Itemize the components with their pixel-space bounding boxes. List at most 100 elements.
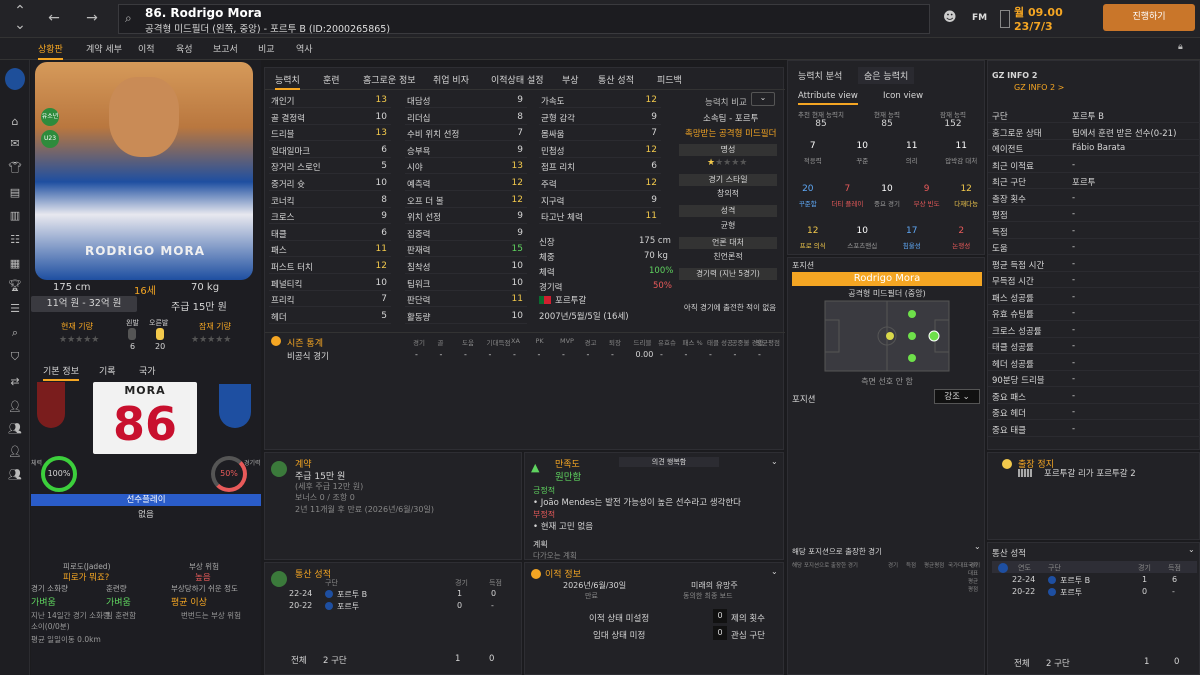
attribute-row: 대담성 9 <box>405 92 527 108</box>
fm-logo[interactable]: FM <box>972 13 987 23</box>
career-club[interactable]: 포르투 B <box>337 589 367 600</box>
date-line1: 월 09.00 <box>1014 6 1063 19</box>
tab-hidden-attributes[interactable]: 숨은 능력치 <box>858 67 915 84</box>
tactics-icon[interactable]: ▤ <box>6 186 24 200</box>
matches-header: 득점 <box>906 563 917 569</box>
season-stats-headers: 경기 골 도움 기대득점 XA PK MVP 경고 퇴장 드리블 유효슈 패스 % 태클 성공 공중볼 경… <box>265 337 785 347</box>
transfer-title[interactable]: 이적 정보 <box>545 567 581 580</box>
career-club[interactable]: 포르투 <box>337 601 359 612</box>
tab-record[interactable]: 기록 <box>99 364 116 377</box>
attribute-value: 10 <box>375 277 387 288</box>
profile-icon[interactable]: ☻ <box>943 10 957 25</box>
attribute-value: 11 <box>375 244 387 255</box>
subtab-history[interactable]: 역사 <box>296 42 313 55</box>
season-stats-row: - - - - - - - - -0.00- - - - - <box>265 350 785 360</box>
people-icon[interactable]: 👥︎ <box>6 468 24 482</box>
gz-info-value: - <box>1072 407 1076 417</box>
phys-fitness: 100% <box>649 266 674 276</box>
attribute-name: 패스 <box>271 246 287 257</box>
tab-training[interactable]: 훈련 <box>323 73 340 86</box>
attribute-value: 12 <box>645 95 657 105</box>
tab-nation[interactable]: 국가 <box>139 364 156 377</box>
home-icon[interactable]: ⌂ <box>6 115 24 129</box>
squad-icon[interactable]: 👕︎ <box>6 161 24 175</box>
subtab-development[interactable]: 육성 <box>176 42 193 55</box>
continue-button[interactable]: 진행하기 <box>1103 4 1195 31</box>
schedule-icon[interactable]: ▦ <box>6 257 24 271</box>
staff-icon[interactable]: ☷ <box>6 233 24 247</box>
compare-dropdown[interactable]: ⌄ <box>751 92 775 106</box>
collapse-icon[interactable]: ⌄ <box>771 457 778 466</box>
matches-header: 경기 <box>888 563 899 569</box>
tab-attributes[interactable]: 능력치 <box>275 73 300 90</box>
subtab-contract[interactable]: 계약 세부 <box>86 42 122 55</box>
tab-transfer-status[interactable]: 이적상태 설정 <box>491 73 544 86</box>
negative-text: • 현재 고민 없음 <box>533 522 594 532</box>
tab-injury[interactable]: 부상 <box>562 73 579 86</box>
tab-homegrown[interactable]: 홈그로운 정보 <box>363 73 416 86</box>
hidden-attr-value: 85 <box>815 119 827 129</box>
season-cell: - <box>709 350 712 359</box>
tab-work-permit[interactable]: 취업 비자 <box>433 73 469 86</box>
hidden-attr-label: 부상 빈도 <box>913 200 940 208</box>
right-career-title: 통산 성적 <box>992 549 1026 559</box>
attribute-row: 장거리 스로인 5 <box>269 158 391 175</box>
season-stats: 시즌 통계 경기 골 도움 기대득점 XA PK MVP 경고 퇴장 드리블 유효슈 패스 % 태클 성… <box>265 332 785 362</box>
right-career-year: 20-22 <box>1012 587 1036 596</box>
role-button[interactable]: 선수플레이 <box>31 494 261 506</box>
list-icon[interactable]: ☰ <box>6 302 24 316</box>
contract-detail: (세후 주급 12만 원) <box>295 482 364 491</box>
attribute-value: 5 <box>381 161 387 172</box>
lock-icon[interactable]: 🔒︎ <box>1178 42 1183 52</box>
trophy-icon[interactable]: 🏆︎ <box>6 279 24 293</box>
scout-search-icon[interactable]: ⌕ <box>6 326 24 340</box>
tab-basic-info[interactable]: 기본 정보 <box>43 364 79 381</box>
hidden-attr-label: 현재 능력 <box>874 111 900 119</box>
shield-icon[interactable]: ⛉ <box>6 350 24 364</box>
subtab-overview[interactable]: 상황판 <box>38 42 63 60</box>
club-crest-icon[interactable] <box>5 68 25 90</box>
position-label[interactable]: 포지션 <box>792 393 815 405</box>
subtab-reports[interactable]: 보고서 <box>213 42 238 55</box>
person-alt-icon[interactable]: 👤︎ <box>6 445 24 459</box>
right-career-club[interactable]: 포르투 <box>1060 587 1082 598</box>
tab-feedback[interactable]: 피드백 <box>657 73 682 86</box>
attribute-row: 헤더 5 <box>269 308 391 324</box>
attribute-row: 가속도 12 <box>539 92 661 108</box>
chevron-down-icon[interactable]: ⌄ <box>10 15 30 35</box>
hidden-attr-value: 10 <box>881 184 893 194</box>
gz-info-value: - <box>1072 192 1076 203</box>
person-group-icon[interactable]: 👥︎ <box>6 422 24 436</box>
attribute-name: 판단력 <box>407 296 431 307</box>
calendar-icon[interactable] <box>1000 10 1010 28</box>
right-career-club[interactable]: 포르투 B <box>1060 575 1090 586</box>
minutes-note: 소이(0/0분) <box>31 622 70 631</box>
view-icon[interactable]: Icon view <box>883 91 923 101</box>
gz-info-row: 패스 성공률 - <box>988 289 1200 305</box>
gz-info-row: 평균 득점 시간 - <box>988 256 1200 272</box>
forward-arrow-icon[interactable]: → <box>82 8 102 28</box>
emphasis-dropdown[interactable]: 강조 ⌄ <box>934 389 980 404</box>
tab-career-stats[interactable]: 통산 성적 <box>598 73 634 86</box>
transfer-collapse-icon[interactable]: ⌄ <box>771 567 778 576</box>
positive-label: 긍정적 <box>533 486 556 495</box>
inbox-icon[interactable]: ✉ <box>6 137 24 151</box>
analysis-panel: 능력치 분석 숨은 능력치 Attribute view Icon view 추… <box>787 60 985 255</box>
attribute-name: 팀워크 <box>407 279 431 290</box>
report-icon[interactable]: ▥ <box>6 209 24 223</box>
search-icon[interactable]: ⌕ <box>125 11 132 26</box>
transfers-icon[interactable]: ⇄ <box>6 375 24 389</box>
gz-info-link[interactable]: GZ INFO 2 > <box>1014 83 1064 92</box>
matches-collapse-icon[interactable]: ⌄ <box>974 542 981 551</box>
attribute-row: 골 결정력 10 <box>269 109 391 125</box>
attribute-name: 페널티킥 <box>271 279 303 290</box>
u23-badge: U23 <box>41 130 59 148</box>
tab-attribute-analysis[interactable]: 능력치 분석 <box>798 69 842 82</box>
subtab-transfer[interactable]: 이적 <box>138 42 155 55</box>
back-arrow-icon[interactable]: ← <box>44 8 64 28</box>
attribute-value: 9 <box>517 227 523 238</box>
person-icon[interactable]: 👤︎ <box>6 400 24 414</box>
subtab-compare[interactable]: 비교 <box>258 42 275 55</box>
right-career-collapse-icon[interactable]: ⌄ <box>1188 545 1195 554</box>
view-attribute[interactable]: Attribute view <box>798 91 858 105</box>
